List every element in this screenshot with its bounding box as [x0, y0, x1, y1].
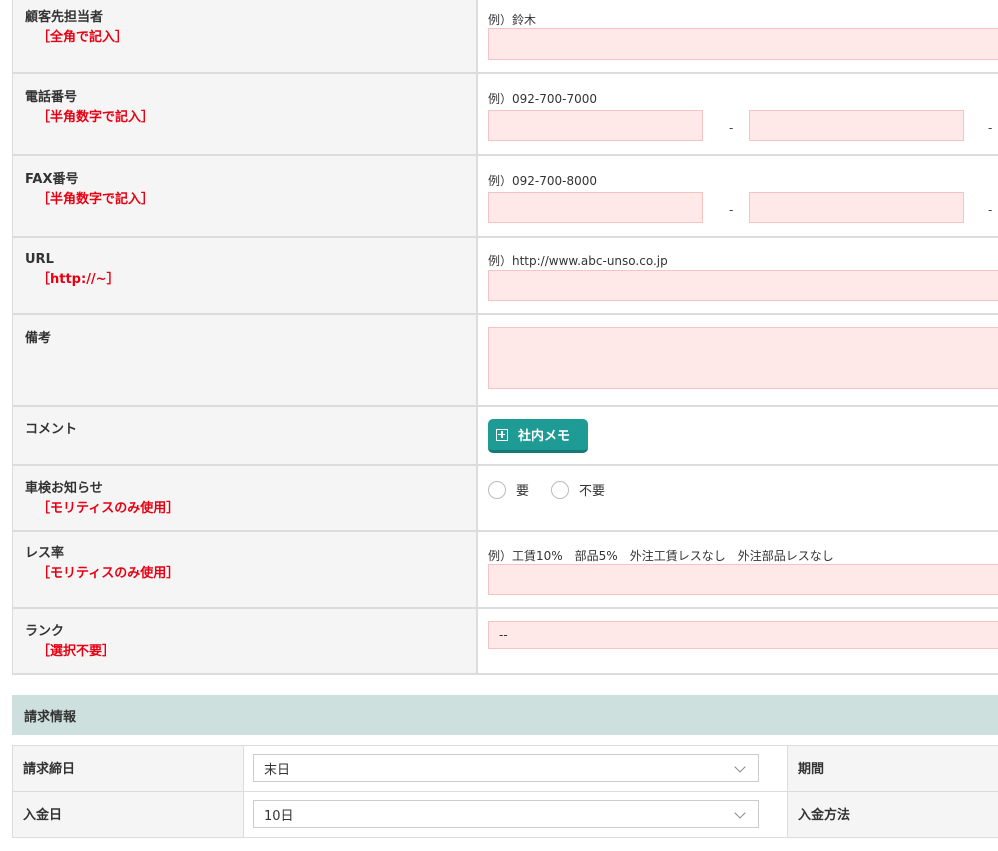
- example-text: 例）http://www.abc-unso.co.jp: [488, 254, 668, 268]
- field-label: FAX番号: [25, 172, 79, 187]
- field-label: 請求締日: [12, 746, 244, 791]
- row-discount-rate: レス率 ［モリティスのみ使用］ 例）工賃10% 部品5% 外注工賃レスなし 外注…: [12, 532, 998, 609]
- value-cell: 例）工賃10% 部品5% 外注工賃レスなし 外注部品レスなし: [478, 532, 998, 607]
- rank-select[interactable]: --: [488, 621, 998, 649]
- label-cell: ランク ［選択不要］: [12, 609, 478, 673]
- field-label: ランク: [25, 624, 65, 639]
- value-cell: 社内メモ: [478, 407, 998, 464]
- section-title: 請求情報: [24, 709, 77, 725]
- label-cell: 備考: [12, 315, 478, 405]
- discount-rate-input[interactable]: [488, 564, 998, 595]
- button-label: 社内メモ: [518, 429, 571, 444]
- field-note: ［http://~］: [37, 272, 120, 287]
- example-text: 例）092-700-8000: [488, 174, 598, 188]
- field-label: 電話番号: [25, 90, 78, 105]
- field-note: ［半角数字で記入］: [37, 110, 155, 125]
- dash-separator: -: [988, 203, 993, 217]
- fax-input-1[interactable]: [488, 192, 703, 223]
- label-cell: コメント: [12, 407, 478, 464]
- row-remarks: 備考: [12, 315, 998, 407]
- payment-date-select[interactable]: 10日: [253, 800, 759, 828]
- select-value: 末日: [264, 762, 291, 778]
- field-label: 備考: [25, 331, 52, 346]
- label-cell: FAX番号 ［半角数字で記入］: [12, 156, 478, 236]
- value-cell: --: [478, 609, 998, 673]
- billing-row-closing-date: 請求締日 末日 期間: [12, 745, 998, 791]
- field-label: コメント: [25, 422, 78, 437]
- inspection-radio-group: 要 不要: [488, 480, 627, 499]
- label-cell: 電話番号 ［半角数字で記入］: [12, 74, 478, 154]
- field-label: 入金日: [12, 792, 244, 837]
- example-text: 例）鈴木: [488, 13, 537, 27]
- radio-required[interactable]: [488, 480, 506, 499]
- customer-form-table: 顧客先担当者 ［全角で記入］ 例）鈴木 電話番号 ［半角数字で記入］ 例）092…: [12, 0, 998, 675]
- billing-row-payment-date: 入金日 10日 入金方法: [12, 791, 998, 838]
- row-url: URL ［http://~］ 例）http://www.abc-unso.co.…: [12, 238, 998, 315]
- field-note: ［モリティスのみ使用］: [37, 566, 180, 581]
- field-label: 入金方法: [788, 792, 998, 837]
- radio-not-required[interactable]: [551, 480, 570, 499]
- remarks-textarea[interactable]: [488, 327, 998, 389]
- example-text: 例）工賃10% 部品5% 外注工賃レスなし 外注部品レスなし: [488, 549, 834, 563]
- billing-table: 請求締日 末日 期間 入金日 10日 入金方法: [12, 745, 998, 838]
- value-cell: 例）092-700-7000 - -: [478, 74, 998, 154]
- dash-separator: -: [988, 121, 993, 135]
- dash-separator: -: [729, 121, 734, 135]
- closing-date-select[interactable]: 末日: [253, 754, 759, 782]
- row-contact-person: 顧客先担当者 ［全角で記入］ 例）鈴木: [12, 0, 998, 74]
- rank-select-value: --: [499, 628, 508, 642]
- chevron-down-icon: [734, 807, 746, 819]
- row-rank: ランク ［選択不要］ --: [12, 609, 998, 675]
- internal-memo-button[interactable]: 社内メモ: [488, 419, 588, 453]
- row-comment: コメント 社内メモ: [12, 407, 998, 466]
- field-label: 顧客先担当者: [25, 10, 104, 25]
- radio-label: 要: [516, 484, 530, 499]
- field-label: 車検お知らせ: [25, 481, 103, 496]
- field-note: ［全角で記入］: [37, 30, 129, 45]
- contact-person-input[interactable]: [488, 28, 998, 60]
- dash-separator: -: [729, 203, 734, 217]
- label-cell: URL ［http://~］: [12, 238, 478, 313]
- value-cell: 末日: [244, 746, 788, 791]
- field-label: URL: [25, 252, 54, 267]
- field-label: レス率: [25, 546, 65, 561]
- chevron-down-icon: [734, 761, 746, 773]
- value-cell: 要 不要: [478, 466, 998, 530]
- phone-input-1[interactable]: [488, 110, 703, 141]
- field-note: ［半角数字で記入］: [37, 192, 155, 207]
- phone-input-2[interactable]: [749, 110, 964, 141]
- radio-label: 不要: [579, 484, 606, 499]
- label-cell: 車検お知らせ ［モリティスのみ使用］: [12, 466, 478, 530]
- value-cell: [478, 315, 998, 405]
- field-note: ［選択不要］: [37, 644, 116, 659]
- label-cell: 顧客先担当者 ［全角で記入］: [12, 0, 478, 72]
- row-phone: 電話番号 ［半角数字で記入］ 例）092-700-7000 - -: [12, 74, 998, 156]
- field-note: ［モリティスのみ使用］: [37, 501, 180, 516]
- row-fax: FAX番号 ［半角数字で記入］ 例）092-700-8000 - -: [12, 156, 998, 238]
- fax-input-2[interactable]: [749, 192, 964, 223]
- value-cell: 例）鈴木: [478, 0, 998, 72]
- row-inspection-notice: 車検お知らせ ［モリティスのみ使用］ 要 不要: [12, 466, 998, 532]
- select-value: 10日: [264, 808, 294, 824]
- label-cell: レス率 ［モリティスのみ使用］: [12, 532, 478, 607]
- value-cell: 例）http://www.abc-unso.co.jp: [478, 238, 998, 313]
- example-text: 例）092-700-7000: [488, 92, 598, 106]
- url-input[interactable]: [488, 270, 998, 301]
- plus-icon: [496, 428, 508, 441]
- field-label: 期間: [788, 746, 998, 791]
- value-cell: 10日: [244, 792, 788, 837]
- value-cell: 例）092-700-8000 - -: [478, 156, 998, 236]
- billing-section-header: 請求情報: [12, 695, 998, 735]
